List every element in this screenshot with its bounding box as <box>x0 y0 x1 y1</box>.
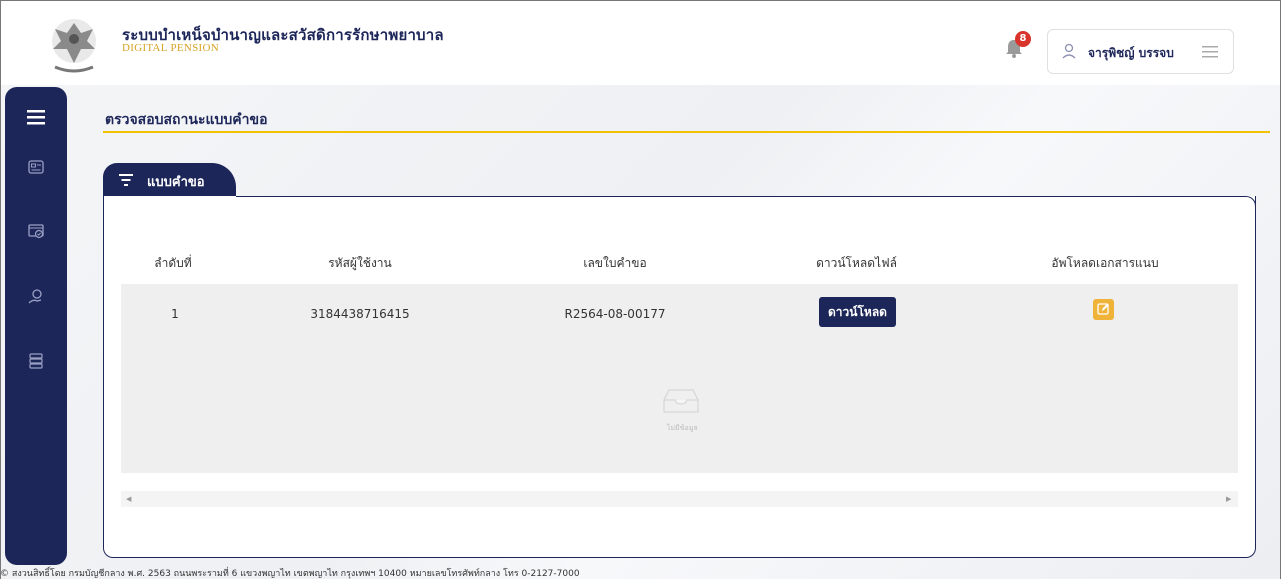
horizontal-scrollbar[interactable] <box>121 491 1238 507</box>
document-check-icon <box>28 224 44 239</box>
filter-icon <box>119 174 133 186</box>
download-button[interactable]: ดาวน์โหลด <box>819 297 896 327</box>
header: ระบบบำเหน็จบำนาญและสวัสดิการรักษาพยาบาล … <box>1 1 1280 85</box>
cell-no: 1 <box>171 307 179 321</box>
user-icon <box>1062 43 1076 59</box>
tab-label: แบบคำขอ <box>147 175 205 190</box>
title-underline <box>103 131 1270 133</box>
cell-request-no: R2564-08-00177 <box>564 307 666 321</box>
sidebar-item-welfare[interactable] <box>5 277 67 317</box>
scroll-right-icon[interactable]: ▶ <box>1226 495 1231 503</box>
column-header-upload: อัพโหลดเอกสารแนบ <box>1051 256 1159 270</box>
sidebar-item-data[interactable] <box>5 341 67 381</box>
sidebar-item-profile[interactable] <box>5 147 67 187</box>
cell-user-code: 3184438716415 <box>310 307 410 321</box>
table-row <box>121 284 1238 473</box>
user-menu[interactable]: จารุพิชญ์ บรรจบ <box>1047 29 1234 74</box>
app-subtitle: DIGITAL PENSION <box>122 42 220 54</box>
column-header-user-code: รหัสผู้ใช้งาน <box>328 256 392 270</box>
tab-request-form[interactable]: แบบคำขอ <box>103 163 236 197</box>
column-header-no: ลำดับที่ <box>154 256 192 270</box>
edit-icon <box>1097 303 1109 315</box>
id-card-icon <box>28 160 44 174</box>
upload-edit-button[interactable] <box>1093 299 1114 320</box>
scroll-left-icon[interactable]: ◀ <box>126 495 131 503</box>
sidebar-item-check-status[interactable] <box>5 211 67 251</box>
garuda-emblem-icon <box>52 19 96 73</box>
card-border <box>236 196 1256 210</box>
column-header-request-no: เลขใบคำขอ <box>583 256 647 270</box>
hand-money-icon <box>28 289 42 304</box>
user-name: จารุพิชญ์ บรรจบ <box>1088 46 1174 60</box>
hamburger-icon <box>27 110 45 125</box>
empty-text: ไม่มีข้อมูล <box>667 424 698 432</box>
notification-badge: 8 <box>1015 31 1031 47</box>
server-icon <box>29 353 43 369</box>
column-header-download: ดาวน์โหลดไฟล์ <box>816 256 897 270</box>
sidebar-toggle[interactable] <box>5 97 67 137</box>
sidebar <box>5 87 67 565</box>
inbox-icon <box>663 389 699 413</box>
hamburger-icon[interactable] <box>1202 46 1218 58</box>
footer-text: © สงวนสิทธิ์โดย กรมบัญชีกลาง พ.ศ. 2563 ถ… <box>0 569 580 579</box>
page-title: ตรวจสอบสถานะแบบคำขอ <box>105 112 268 128</box>
